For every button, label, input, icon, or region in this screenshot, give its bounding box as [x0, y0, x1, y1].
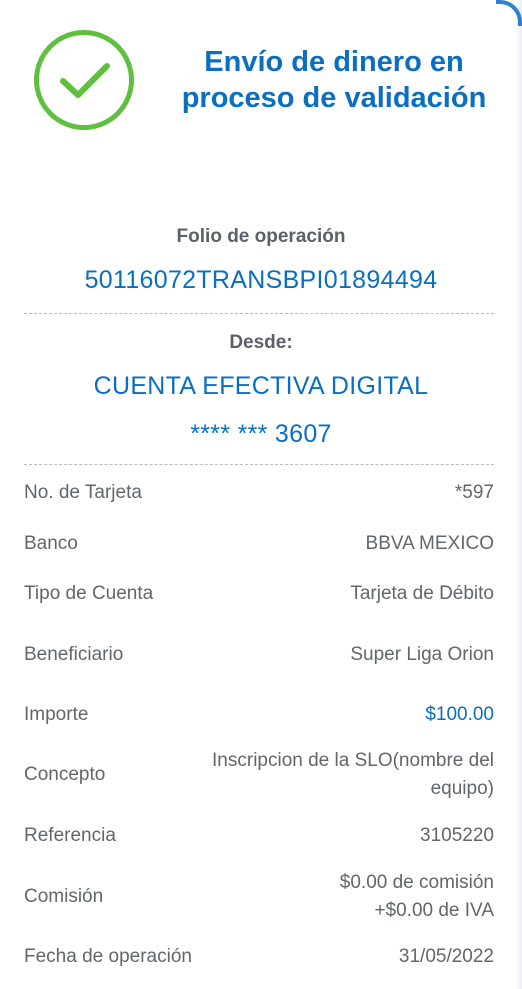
detail-label: Beneficiario [24, 644, 124, 665]
detail-label: No. de Tarjeta [24, 482, 142, 503]
detail-value: Inscripcion de la SLO(nombre del equipo) [164, 747, 494, 803]
detail-row-tarjeta: No. de Tarjeta *597 [24, 478, 494, 508]
detail-value: 31/05/2022 [398, 946, 494, 967]
detail-value: Tarjeta de Débito [350, 583, 494, 604]
source-account-number: **** *** 3607 [190, 420, 332, 448]
detail-row-comision: Comisión $0.00 de comisión +$0.00 de IVA [24, 868, 494, 926]
divider [24, 464, 494, 465]
check-circle-icon [34, 30, 134, 130]
source-account-name: CUENTA EFECTIVA DIGITAL [93, 372, 429, 400]
detail-label: Tipo de Cuenta [24, 583, 154, 604]
folio-label: Folio de operación [176, 226, 346, 247]
amount-value: $100.00 [425, 704, 494, 725]
desde-label: Desde: [229, 332, 293, 353]
detail-value: *597 [454, 482, 494, 503]
detail-label: Importe [24, 704, 89, 725]
detail-value-line: Inscripcion de la SLO(nombre del [212, 750, 494, 771]
detail-value: BBVA MEXICO [365, 533, 494, 554]
detail-value-line: $0.00 de comisión [339, 872, 494, 893]
detail-value: $0.00 de comisión +$0.00 de IVA [164, 869, 494, 925]
detail-label: Referencia [24, 825, 116, 846]
detail-value-line: equipo) [430, 778, 494, 799]
divider [24, 313, 494, 314]
transfer-receipt: Envío de dinero en proceso de validación… [0, 0, 522, 989]
detail-value: Super Liga Orion [350, 644, 494, 665]
detail-row-fecha: Fecha de operación 31/05/2022 [24, 942, 494, 972]
detail-label: Concepto [24, 764, 106, 785]
checkmark-icon [60, 63, 110, 98]
card-edge [516, 0, 522, 989]
detail-row-concepto: Concepto Inscripcion de la SLO(nombre de… [24, 746, 494, 804]
detail-row-banco: Banco BBVA MEXICO [24, 529, 494, 559]
detail-value: 3105220 [420, 825, 494, 846]
detail-label: Banco [24, 533, 78, 554]
detail-row-beneficiario: Beneficiario Super Liga Orion [24, 640, 494, 670]
detail-label: Comisión [24, 886, 104, 907]
detail-row-referencia: Referencia 3105220 [24, 821, 494, 851]
detail-row-importe: Importe $100.00 [24, 700, 494, 730]
page-title: Envío de dinero en proceso de validación [181, 46, 487, 114]
folio-value: 50116072TRANSBPI01894494 [84, 266, 438, 294]
receipt-header: Envío de dinero en proceso de validación [34, 30, 504, 160]
detail-label: Fecha de operación [24, 946, 192, 967]
detail-value-line: +$0.00 de IVA [374, 900, 494, 921]
detail-row-tipo-cuenta: Tipo de Cuenta Tarjeta de Débito [24, 579, 494, 609]
